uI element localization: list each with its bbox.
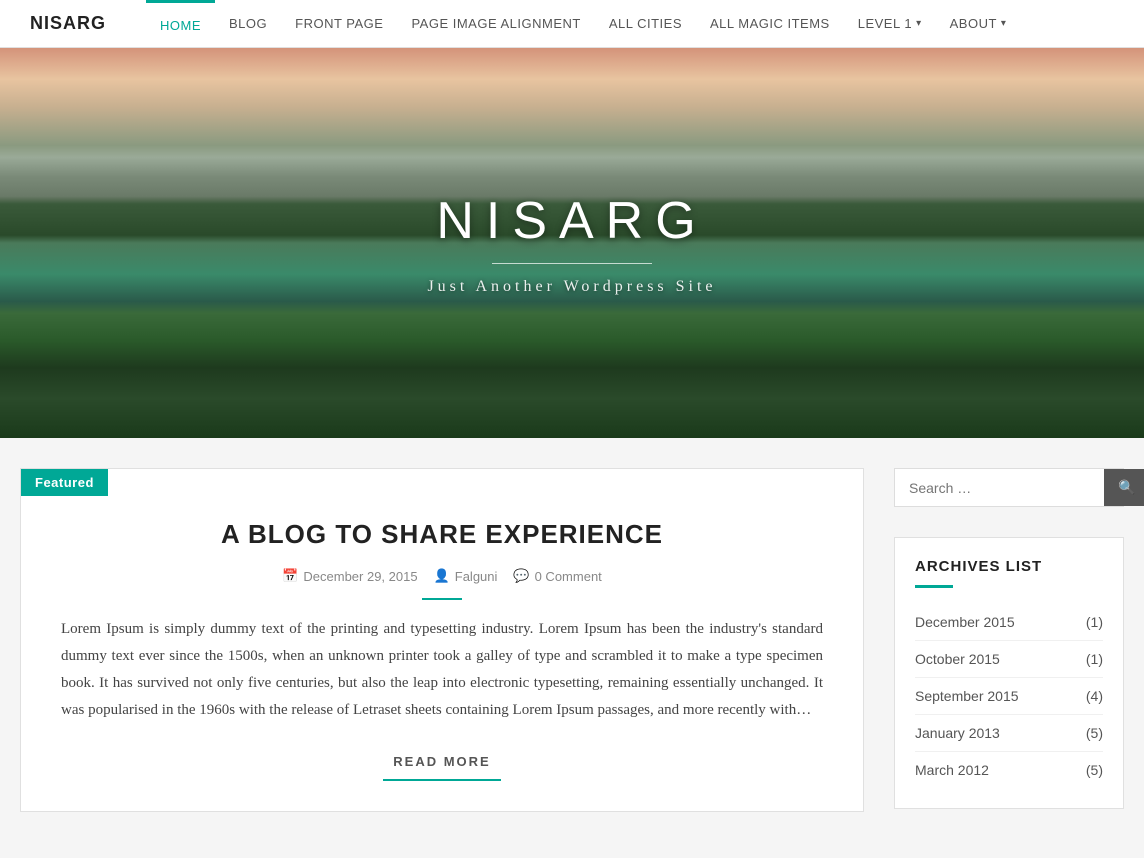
chevron-down-icon: ▾	[1001, 18, 1007, 29]
archive-item: December 2015 (1)	[915, 604, 1103, 641]
search-icon: 🔍	[1118, 479, 1135, 495]
post-meta: 📅 December 29, 2015 👤 Falguni 💬 0 Commen…	[21, 560, 863, 592]
post-date: 📅 December 29, 2015	[282, 568, 417, 584]
search-input[interactable]	[895, 469, 1104, 506]
featured-badge: Featured	[21, 469, 108, 496]
page-container: Featured A BLOG TO SHARE EXPERIENCE 📅 De…	[0, 438, 1144, 842]
archive-count-dec2015: (1)	[1086, 614, 1103, 630]
nav-link-pagealign[interactable]: PAGE IMAGE ALIGNMENT	[397, 0, 594, 48]
archive-link-sep2015[interactable]: September 2015	[915, 688, 1019, 704]
archive-link-jan2013[interactable]: January 2013	[915, 725, 1000, 741]
main-content: Featured A BLOG TO SHARE EXPERIENCE 📅 De…	[20, 468, 864, 812]
archive-link-dec2015[interactable]: December 2015	[915, 614, 1015, 630]
archive-link-oct2015[interactable]: October 2015	[915, 651, 1000, 667]
nav-link-about[interactable]: ABOUT ▾	[936, 0, 1021, 48]
post-title: A BLOG TO SHARE EXPERIENCE	[21, 469, 863, 560]
hero-section: NISARG Just Another Wordpress Site	[0, 48, 1144, 438]
post-meta-divider	[422, 598, 462, 600]
main-nav: NISARG HOME BLOG FRONT PAGE PAGE IMAGE A…	[0, 0, 1144, 48]
search-button[interactable]: 🔍	[1104, 469, 1144, 506]
comment-icon: 💬	[513, 568, 529, 584]
read-more-link[interactable]: READ MORE	[383, 744, 500, 781]
archive-count-oct2015: (1)	[1086, 651, 1103, 667]
nav-links: HOME BLOG FRONT PAGE PAGE IMAGE ALIGNMEN…	[146, 0, 1020, 48]
site-brand[interactable]: NISARG	[30, 13, 106, 34]
user-icon: 👤	[434, 568, 450, 584]
archive-list: December 2015 (1) October 2015 (1) Septe…	[915, 604, 1103, 788]
archive-item: September 2015 (4)	[915, 678, 1103, 715]
nav-item-blog[interactable]: BLOG	[215, 0, 281, 48]
archives-section: ARCHIVES LIST December 2015 (1) October …	[894, 537, 1124, 809]
archive-count-sep2015: (4)	[1086, 688, 1103, 704]
hero-divider	[492, 263, 652, 264]
archive-item: January 2013 (5)	[915, 715, 1103, 752]
archive-count-mar2012: (5)	[1086, 762, 1103, 778]
post-comments: 💬 0 Comment	[513, 568, 601, 584]
nav-link-home[interactable]: HOME	[146, 0, 215, 48]
sidebar: 🔍 ARCHIVES LIST December 2015 (1) Octobe…	[894, 468, 1124, 812]
nav-link-allcities[interactable]: ALL CITIES	[595, 0, 696, 48]
archive-link-mar2012[interactable]: March 2012	[915, 762, 989, 778]
archive-item: March 2012 (5)	[915, 752, 1103, 788]
nav-item-pagealign[interactable]: PAGE IMAGE ALIGNMENT	[397, 0, 594, 48]
nav-item-level1[interactable]: LEVEL 1 ▾	[844, 0, 936, 48]
hero-title: NISARG	[436, 191, 707, 251]
nav-link-frontpage[interactable]: FRONT PAGE	[281, 0, 397, 48]
archives-accent	[915, 585, 953, 588]
hero-subtitle: Just Another Wordpress Site	[427, 278, 716, 296]
archives-title: ARCHIVES LIST	[915, 558, 1103, 575]
post-card: Featured A BLOG TO SHARE EXPERIENCE 📅 De…	[20, 468, 864, 812]
search-box: 🔍	[894, 468, 1124, 507]
post-author: 👤 Falguni	[434, 568, 498, 584]
post-body: Lorem Ipsum is simply dummy text of the …	[21, 616, 863, 744]
archive-count-jan2013: (5)	[1086, 725, 1103, 741]
nav-item-allcities[interactable]: ALL CITIES	[595, 0, 696, 48]
chevron-down-icon: ▾	[916, 18, 922, 29]
nav-item-about[interactable]: ABOUT ▾	[936, 0, 1021, 48]
archive-item: October 2015 (1)	[915, 641, 1103, 678]
nav-link-allmagic[interactable]: ALL MAGIC ITEMS	[696, 0, 844, 48]
nav-item-allmagic[interactable]: ALL MAGIC ITEMS	[696, 0, 844, 48]
nav-link-level1[interactable]: LEVEL 1 ▾	[844, 0, 936, 48]
nav-item-home[interactable]: HOME	[146, 0, 215, 48]
nav-item-frontpage[interactable]: FRONT PAGE	[281, 0, 397, 48]
nav-link-blog[interactable]: BLOG	[215, 0, 281, 48]
calendar-icon: 📅	[282, 568, 298, 584]
